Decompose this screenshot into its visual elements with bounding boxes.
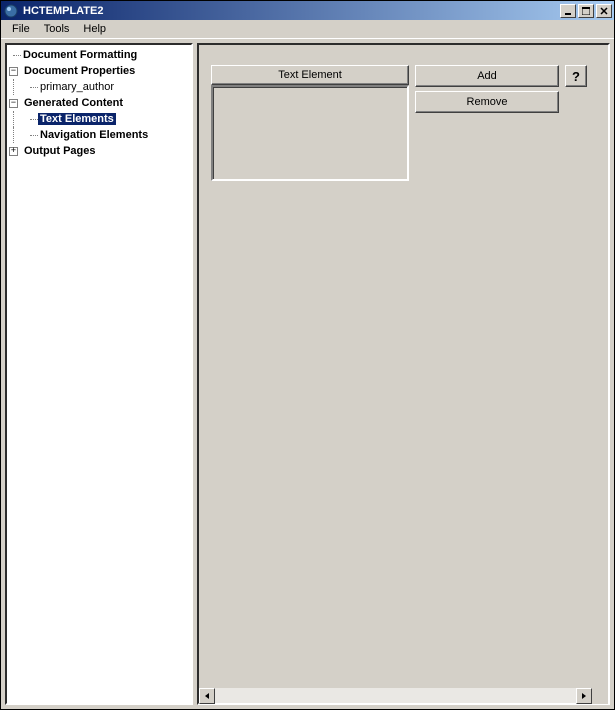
scroll-right-button[interactable] [576,688,592,704]
tree-panel[interactable]: Document Formatting − Document Propertie… [5,43,193,705]
menu-help[interactable]: Help [76,21,113,37]
button-column: Add Remove [415,65,559,113]
scroll-track[interactable] [215,688,576,703]
tree-item-doc-formatting[interactable]: Document Formatting [7,47,191,63]
menubar: File Tools Help [1,20,614,39]
list-column-header[interactable]: Text Element [211,65,409,85]
collapse-icon[interactable]: − [9,99,18,108]
list-group: Text Element [211,65,409,181]
tree-label: Document Formatting [21,49,139,61]
tree-line [30,119,38,120]
tree-label-selected: Text Elements [38,113,116,125]
menu-file[interactable]: File [5,21,37,37]
tree-label: Generated Content [22,97,125,109]
tree-label: Document Properties [22,65,137,77]
menu-tools[interactable]: Tools [37,21,77,37]
main-inner: Text Element Add Remove ? [199,45,608,687]
tree-label: Output Pages [22,145,98,157]
scroll-left-button[interactable] [199,688,215,704]
maximize-button[interactable] [578,4,594,18]
tree: Document Formatting − Document Propertie… [7,47,191,159]
titlebar: HCTEMPLATE2 [1,1,614,20]
tree-item-primary-author[interactable]: primary_author [7,79,191,95]
app-icon [3,3,19,19]
add-button[interactable]: Add [415,65,559,87]
close-button[interactable] [596,4,612,18]
window-title: HCTEMPLATE2 [23,5,558,17]
tree-line [13,55,21,56]
main-panel: Text Element Add Remove ? [197,43,610,705]
expand-icon[interactable]: + [9,147,18,156]
text-element-listbox[interactable] [211,85,409,181]
tree-line [30,87,38,88]
tree-label: primary_author [38,81,116,93]
workspace: Document Formatting − Document Propertie… [1,39,614,709]
collapse-icon[interactable]: − [9,67,18,76]
tree-item-doc-properties[interactable]: − Document Properties [7,63,191,79]
horizontal-scrollbar[interactable] [199,687,608,703]
minimize-button[interactable] [560,4,576,18]
tree-item-nav-elements[interactable]: Navigation Elements [7,127,191,143]
content-row: Text Element Add Remove ? [211,65,596,181]
tree-line [30,135,38,136]
tree-item-output-pages[interactable]: + Output Pages [7,143,191,159]
tree-item-generated-content[interactable]: − Generated Content [7,95,191,111]
help-button[interactable]: ? [565,65,587,87]
scroll-corner [592,688,608,704]
remove-button[interactable]: Remove [415,91,559,113]
tree-item-text-elements[interactable]: Text Elements [7,111,191,127]
tree-label: Navigation Elements [38,129,150,141]
